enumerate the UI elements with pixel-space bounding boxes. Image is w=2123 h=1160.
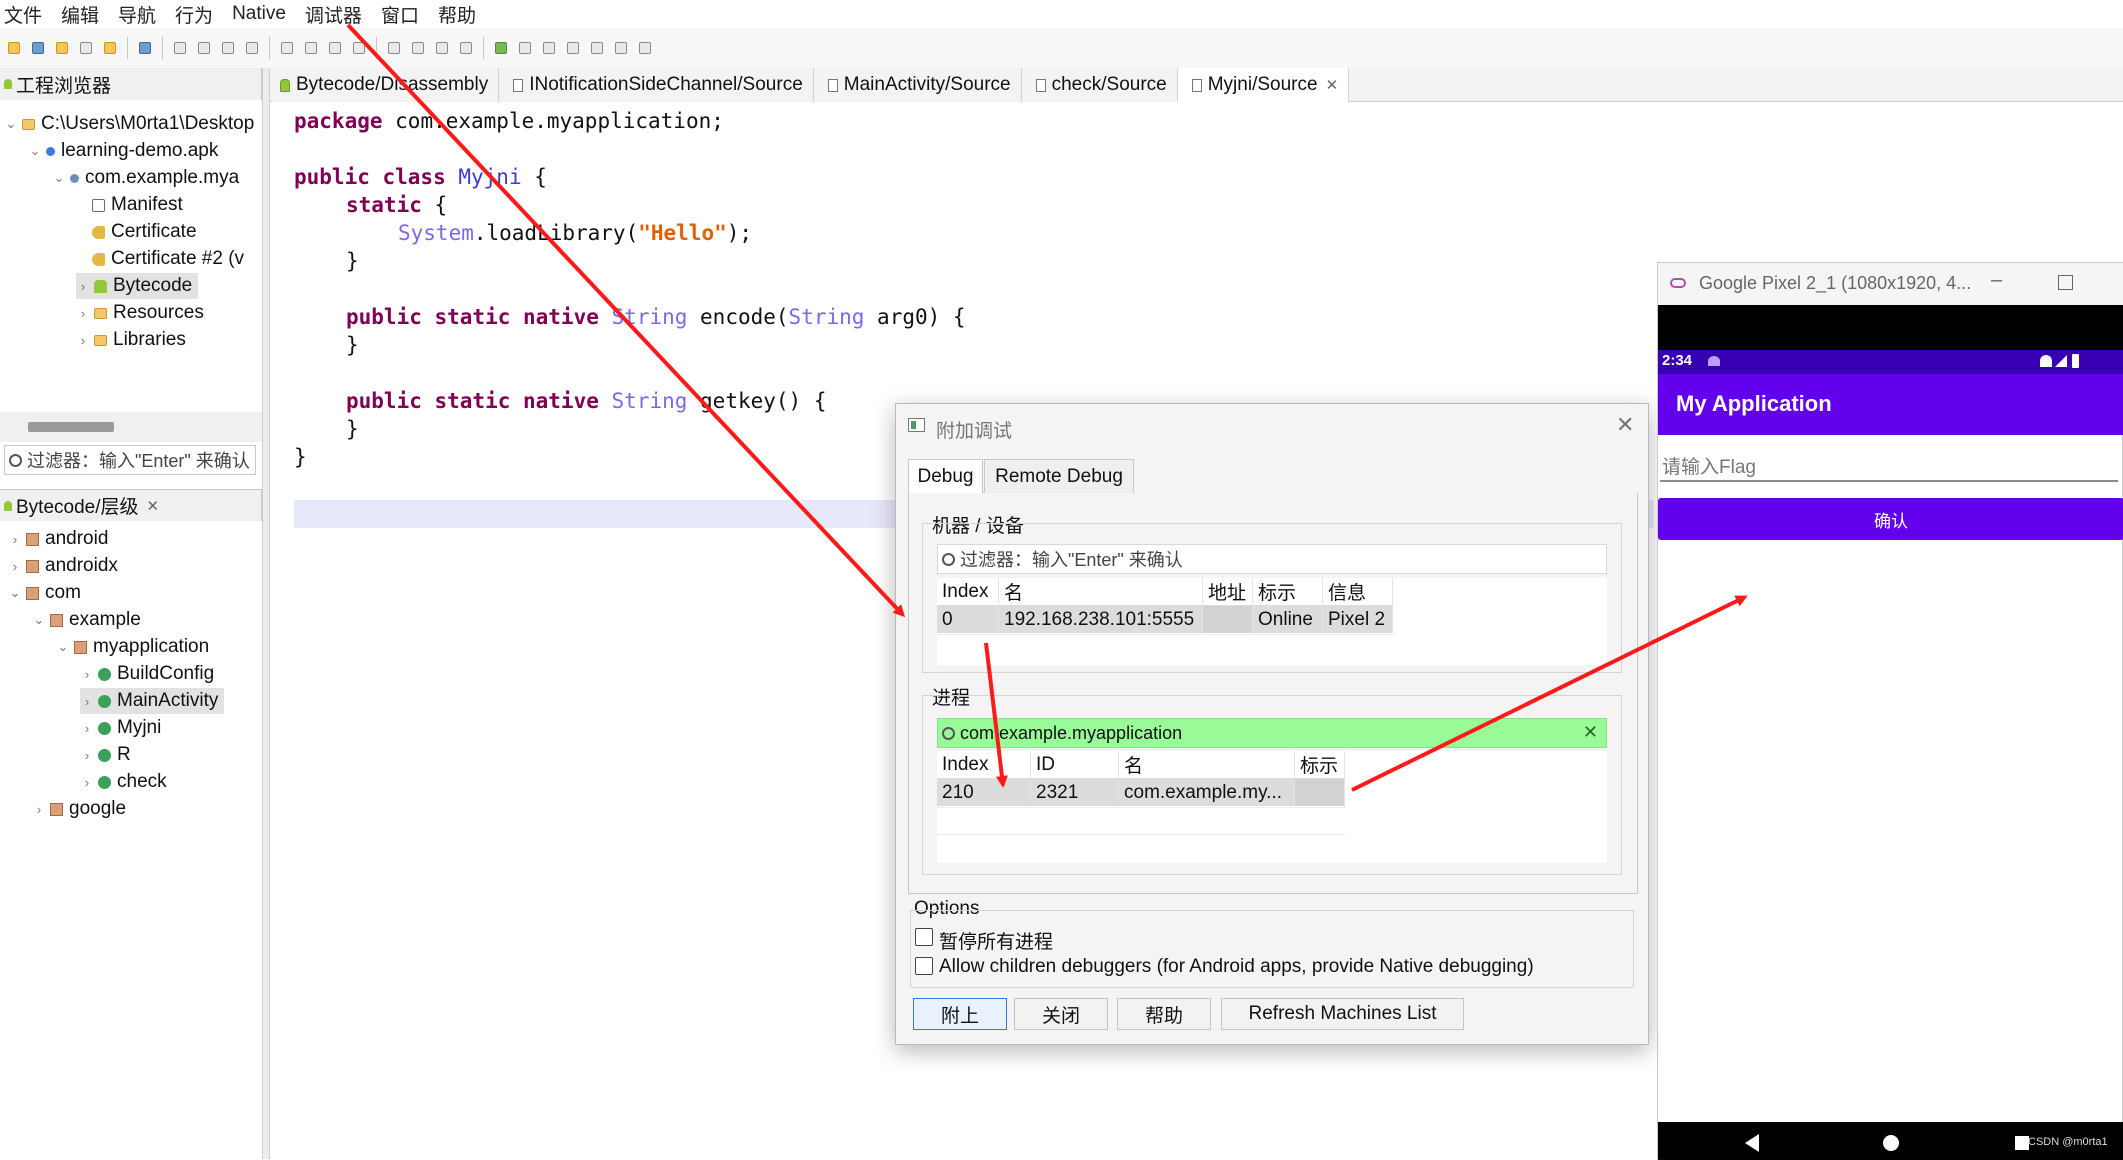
arrow-debugger-to-device bbox=[346, 23, 906, 618]
arrow-device-to-process bbox=[984, 642, 1008, 788]
arrow-process-to-app bbox=[1351, 595, 1748, 792]
annotation-arrows bbox=[346, 23, 1748, 792]
